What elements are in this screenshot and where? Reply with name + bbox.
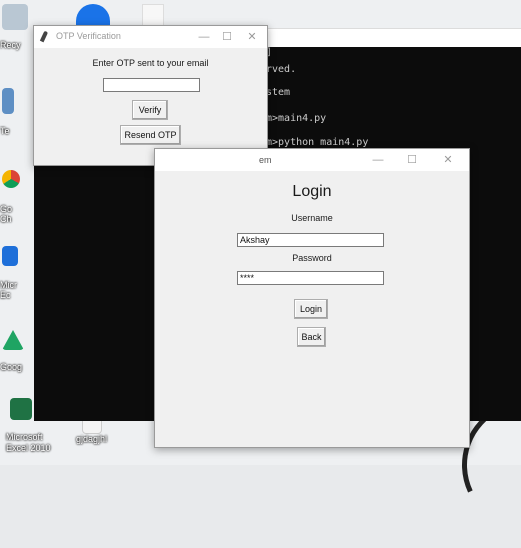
google-drive-shortcut[interactable] xyxy=(0,330,32,350)
maximize-button[interactable]: ☐ xyxy=(397,151,427,169)
excel-icon xyxy=(10,398,32,420)
console-line: m>main4.py xyxy=(266,113,327,124)
console-line: m>python main4.py xyxy=(266,137,369,148)
password-input[interactable]: **** xyxy=(237,271,384,285)
password-label: Password xyxy=(292,253,332,263)
desktop-icon-label: Te xyxy=(0,126,10,136)
close-button[interactable]: ✕ xyxy=(237,28,267,46)
back-button[interactable]: Back xyxy=(297,327,326,347)
login-button[interactable]: Login xyxy=(294,299,328,319)
console-line: stem xyxy=(266,87,291,98)
verify-button[interactable]: Verify xyxy=(132,100,168,120)
app-icon[interactable] xyxy=(76,4,110,26)
desktop-icon-label: Recy xyxy=(0,40,21,50)
login-heading: Login xyxy=(292,183,332,200)
otp-titlebar[interactable]: OTP Verification — ☐ ✕ xyxy=(34,26,267,48)
desktop-icon-label: Go Ch xyxy=(0,204,13,224)
feather-icon xyxy=(39,30,49,43)
window-title: em xyxy=(259,155,272,165)
edge-shortcut[interactable] xyxy=(0,246,32,266)
login-window[interactable]: em — ☐ ✕ Login Username Akshay Password … xyxy=(154,148,470,448)
username-input[interactable]: Akshay xyxy=(237,233,384,247)
login-titlebar[interactable]: em — ☐ ✕ xyxy=(155,149,469,171)
google-drive-icon xyxy=(2,330,24,350)
chrome-shortcut[interactable] xyxy=(0,170,32,188)
recycle-bin-icon xyxy=(2,4,28,30)
username-label: Username xyxy=(291,213,333,223)
console-line: rved. xyxy=(266,64,297,75)
minimize-button[interactable]: — xyxy=(363,151,393,169)
desktop-shortcut[interactable] xyxy=(0,88,32,114)
otp-input[interactable] xyxy=(103,78,200,92)
close-button[interactable]: ✕ xyxy=(433,151,463,169)
otp-prompt: Enter OTP sent to your email xyxy=(92,58,209,68)
desktop-icon-label: Microsoft Excel 2010 xyxy=(6,432,51,453)
desktop-icon-label: Goog xyxy=(0,362,23,372)
resend-otp-button[interactable]: Resend OTP xyxy=(120,125,181,145)
chrome-icon xyxy=(2,170,20,188)
desktop-icon-label: Micr Ec xyxy=(0,280,17,300)
desktop-icon-label: gjdagjhl xyxy=(76,434,108,444)
otp-window[interactable]: OTP Verification — ☐ ✕ Enter OTP sent to… xyxy=(33,25,268,166)
edge-icon xyxy=(2,246,18,266)
window-title: OTP Verification xyxy=(56,31,121,41)
app-icon xyxy=(2,88,14,114)
recycle-bin-shortcut[interactable] xyxy=(0,4,32,30)
